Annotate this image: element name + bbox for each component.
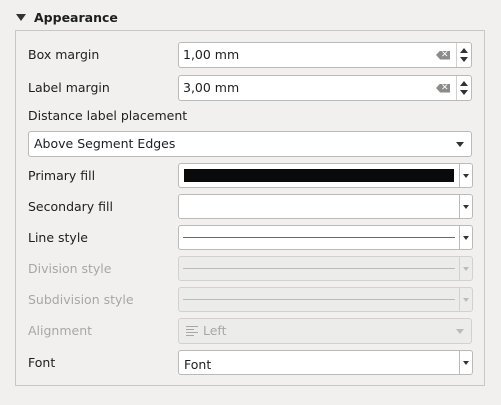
step-down-icon[interactable] <box>460 57 468 62</box>
chevron-down-icon <box>463 297 469 302</box>
align-left-icon <box>186 326 198 336</box>
chevron-down-icon <box>456 329 464 334</box>
chevron-down-icon <box>463 235 469 240</box>
division-style-preview <box>183 268 455 269</box>
label-margin-clear-button[interactable] <box>430 76 456 100</box>
chevron-down-icon <box>463 266 469 271</box>
chevron-down-icon <box>463 204 469 209</box>
chevron-down-icon <box>463 173 469 178</box>
step-down-icon[interactable] <box>460 90 468 95</box>
division-style-symbol-button[interactable] <box>178 256 460 281</box>
font-button[interactable]: Font <box>178 350 460 375</box>
box-margin-value[interactable]: 1,00 mm <box>179 43 430 67</box>
division-style-label: Division style <box>28 261 112 276</box>
line-style-symbol-button[interactable] <box>178 225 460 250</box>
distance-label-placement-combo[interactable]: Above Segment Edges <box>28 131 472 157</box>
chevron-down-icon <box>456 142 464 147</box>
primary-fill-menu-button[interactable] <box>460 163 473 188</box>
box-margin-clear-button[interactable] <box>430 43 456 67</box>
secondary-fill-label: Secondary fill <box>28 199 113 214</box>
clear-icon <box>436 83 450 93</box>
distance-label-placement-value: Above Segment Edges <box>34 136 176 151</box>
font-label: Font <box>28 355 56 370</box>
chevron-down-icon <box>463 360 469 365</box>
secondary-fill-color-button[interactable] <box>178 194 460 219</box>
appearance-group-title: Appearance <box>34 9 118 25</box>
step-up-icon[interactable] <box>460 81 468 86</box>
label-margin-spinbox[interactable]: 3,00 mm <box>178 75 472 101</box>
primary-fill-color-button[interactable] <box>178 163 460 188</box>
step-up-icon[interactable] <box>460 48 468 53</box>
line-style-preview <box>183 237 455 238</box>
distance-label-placement-label: Distance label placement <box>28 108 188 123</box>
box-margin-label: Box margin <box>28 47 100 62</box>
label-margin-stepper[interactable] <box>456 76 471 100</box>
label-margin-value[interactable]: 3,00 mm <box>179 76 430 100</box>
collapse-triangle-icon[interactable] <box>16 13 26 21</box>
clear-icon <box>436 50 450 60</box>
font-menu-button[interactable] <box>460 350 473 375</box>
alignment-combo[interactable]: Left <box>178 318 472 344</box>
subdivision-style-preview <box>183 299 455 300</box>
primary-fill-swatch <box>184 169 454 182</box>
secondary-fill-menu-button[interactable] <box>460 194 473 219</box>
alignment-label: Alignment <box>28 323 93 338</box>
box-margin-stepper[interactable] <box>456 43 471 67</box>
label-margin-label: Label margin <box>28 80 110 95</box>
line-style-menu-button[interactable] <box>460 225 473 250</box>
primary-fill-label: Primary fill <box>28 168 96 183</box>
division-style-menu-button[interactable] <box>460 256 473 281</box>
box-margin-spinbox[interactable]: 1,00 mm <box>178 42 472 68</box>
secondary-fill-swatch <box>184 200 454 213</box>
subdivision-style-menu-button[interactable] <box>460 287 473 312</box>
alignment-value: Left <box>203 323 227 338</box>
appearance-group-header[interactable]: Appearance <box>16 8 118 26</box>
subdivision-style-symbol-button[interactable] <box>178 287 460 312</box>
subdivision-style-label: Subdivision style <box>28 292 134 307</box>
font-button-label: Font <box>184 357 212 372</box>
line-style-label: Line style <box>28 230 88 245</box>
